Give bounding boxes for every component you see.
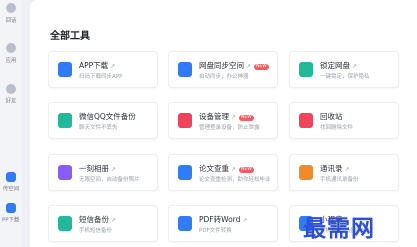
sidebar-item-label: 应用	[5, 57, 17, 64]
tool-card-sync-space[interactable]: 网盘同步空间 ↗ NEW 自动同步，办公神器	[168, 51, 278, 88]
tool-card-lock-drive[interactable]: 锁定网盘 ↗ 一键锁定，保护隐私	[289, 51, 399, 88]
external-arrow-icon: ↗	[110, 63, 116, 70]
tool-card-app-download[interactable]: APP下载 ↗ 扫码下载同步APP	[48, 51, 158, 88]
phone-icon	[58, 62, 72, 77]
tool-card-photo-album[interactable]: 一刻相册 ↗ 无限空间，自动备份照片	[48, 154, 158, 191]
tool-title: 论文查重	[199, 164, 229, 173]
download-icon	[6, 203, 16, 213]
sidebar-item-apps[interactable]: 应用	[0, 43, 22, 64]
sidebar-item-cloud[interactable]: 传空间	[0, 172, 22, 193]
external-arrow-icon: ↗	[111, 166, 117, 173]
page-title: 全部工具	[50, 31, 90, 42]
new-badge: NEW	[254, 64, 269, 70]
tool-desc: 手机通讯录备份	[320, 177, 359, 183]
message-icon	[58, 216, 72, 231]
external-arrow-icon: ↗	[231, 166, 237, 173]
contacts-icon	[6, 84, 16, 94]
tool-desc: 扫码下载同步APP	[79, 74, 123, 80]
tool-title: 微信QQ文件备份	[79, 112, 136, 121]
apps-icon	[6, 43, 16, 53]
tool-desc: 管理登录设备，防止泄露	[199, 125, 260, 131]
trash-icon	[299, 113, 313, 128]
tool-card-sms-backup[interactable]: 短信备份 ↗ 手机短信备份	[48, 205, 158, 242]
tool-desc: 一键锁定，保护隐私	[320, 74, 370, 80]
cloud-icon	[6, 172, 16, 182]
lock-icon	[299, 62, 313, 77]
external-arrow-icon: ↗	[246, 63, 252, 70]
tool-title: 设备管理	[199, 112, 229, 121]
tool-title: 网盘同步空间	[199, 61, 244, 70]
tool-title: 短信备份	[79, 215, 109, 224]
word-icon	[178, 216, 192, 231]
tool-desc: 聊天文件不丢失	[79, 125, 118, 131]
tool-card-contacts[interactable]: 通讯录 ↗ 手机通讯录备份	[289, 154, 399, 191]
sidebar-item-label: PP下载	[2, 217, 20, 224]
tool-card-wechat-backup[interactable]: 微信QQ文件备份 聊天文件不丢失	[48, 102, 158, 139]
tool-title: PDF转Word	[199, 215, 241, 224]
new-badge: NEW	[239, 115, 254, 121]
tool-title: 通讯录	[320, 164, 343, 173]
tool-title: APP下载	[79, 61, 109, 70]
wechat-icon	[58, 113, 72, 128]
sidebar: 回话 应用 好友 传空间 PP下载	[0, 0, 22, 247]
watermark: 最需网	[303, 215, 375, 242]
tool-desc: 手机短信备份	[79, 228, 113, 234]
devices-icon	[178, 113, 192, 128]
tool-card-pdf-to-word[interactable]: PDF转Word ↗ PDF文件转换	[168, 205, 278, 242]
tool-title: 一刻相册	[79, 164, 109, 173]
tool-title: 锁定网盘	[320, 61, 350, 70]
external-arrow-icon: ↗	[352, 63, 358, 70]
sidebar-item-label: 传空间	[2, 186, 20, 193]
tool-card-recycle-bin[interactable]: 回收站 找回删除文件	[289, 102, 399, 139]
tool-desc: 论文查重检测，助你轻松毕业	[199, 177, 271, 183]
tool-card-device-manage[interactable]: 设备管理 ↗ NEW 管理登录设备，防止泄露	[168, 102, 278, 139]
sidebar-item-contacts[interactable]: 好友	[0, 84, 22, 105]
album-icon	[58, 165, 72, 180]
external-arrow-icon: ↗	[111, 217, 117, 224]
external-arrow-icon: ↗	[344, 166, 350, 173]
sidebar-item-label: 好友	[5, 98, 17, 105]
document-check-icon	[178, 165, 192, 180]
tool-desc: PDF文件转换	[199, 228, 232, 234]
address-book-icon	[299, 165, 313, 180]
sidebar-item-download[interactable]: PP下载	[0, 203, 22, 224]
chat-icon	[6, 3, 16, 13]
external-arrow-icon: ↗	[242, 217, 248, 224]
sidebar-item-chat[interactable]: 回话	[0, 3, 22, 24]
app-window: 回话 应用 好友 传空间 PP下载 全部工具 APP下载↗ 扫码下载同步APP	[0, 0, 417, 247]
tool-desc: 找回删除文件	[320, 125, 354, 131]
new-badge: NEW	[239, 167, 254, 173]
tool-card-plagiarism-check[interactable]: 论文查重 ↗ NEW 论文查重检测，助你轻松毕业	[168, 154, 278, 191]
tool-title: 回收站	[320, 112, 343, 121]
external-arrow-icon: ↗	[231, 114, 237, 121]
sync-icon	[178, 62, 192, 77]
tool-desc: 无限空间，自动备份照片	[79, 177, 140, 183]
sidebar-item-label: 回话	[5, 17, 17, 24]
tool-desc: 自动同步，办公神器	[199, 74, 249, 80]
